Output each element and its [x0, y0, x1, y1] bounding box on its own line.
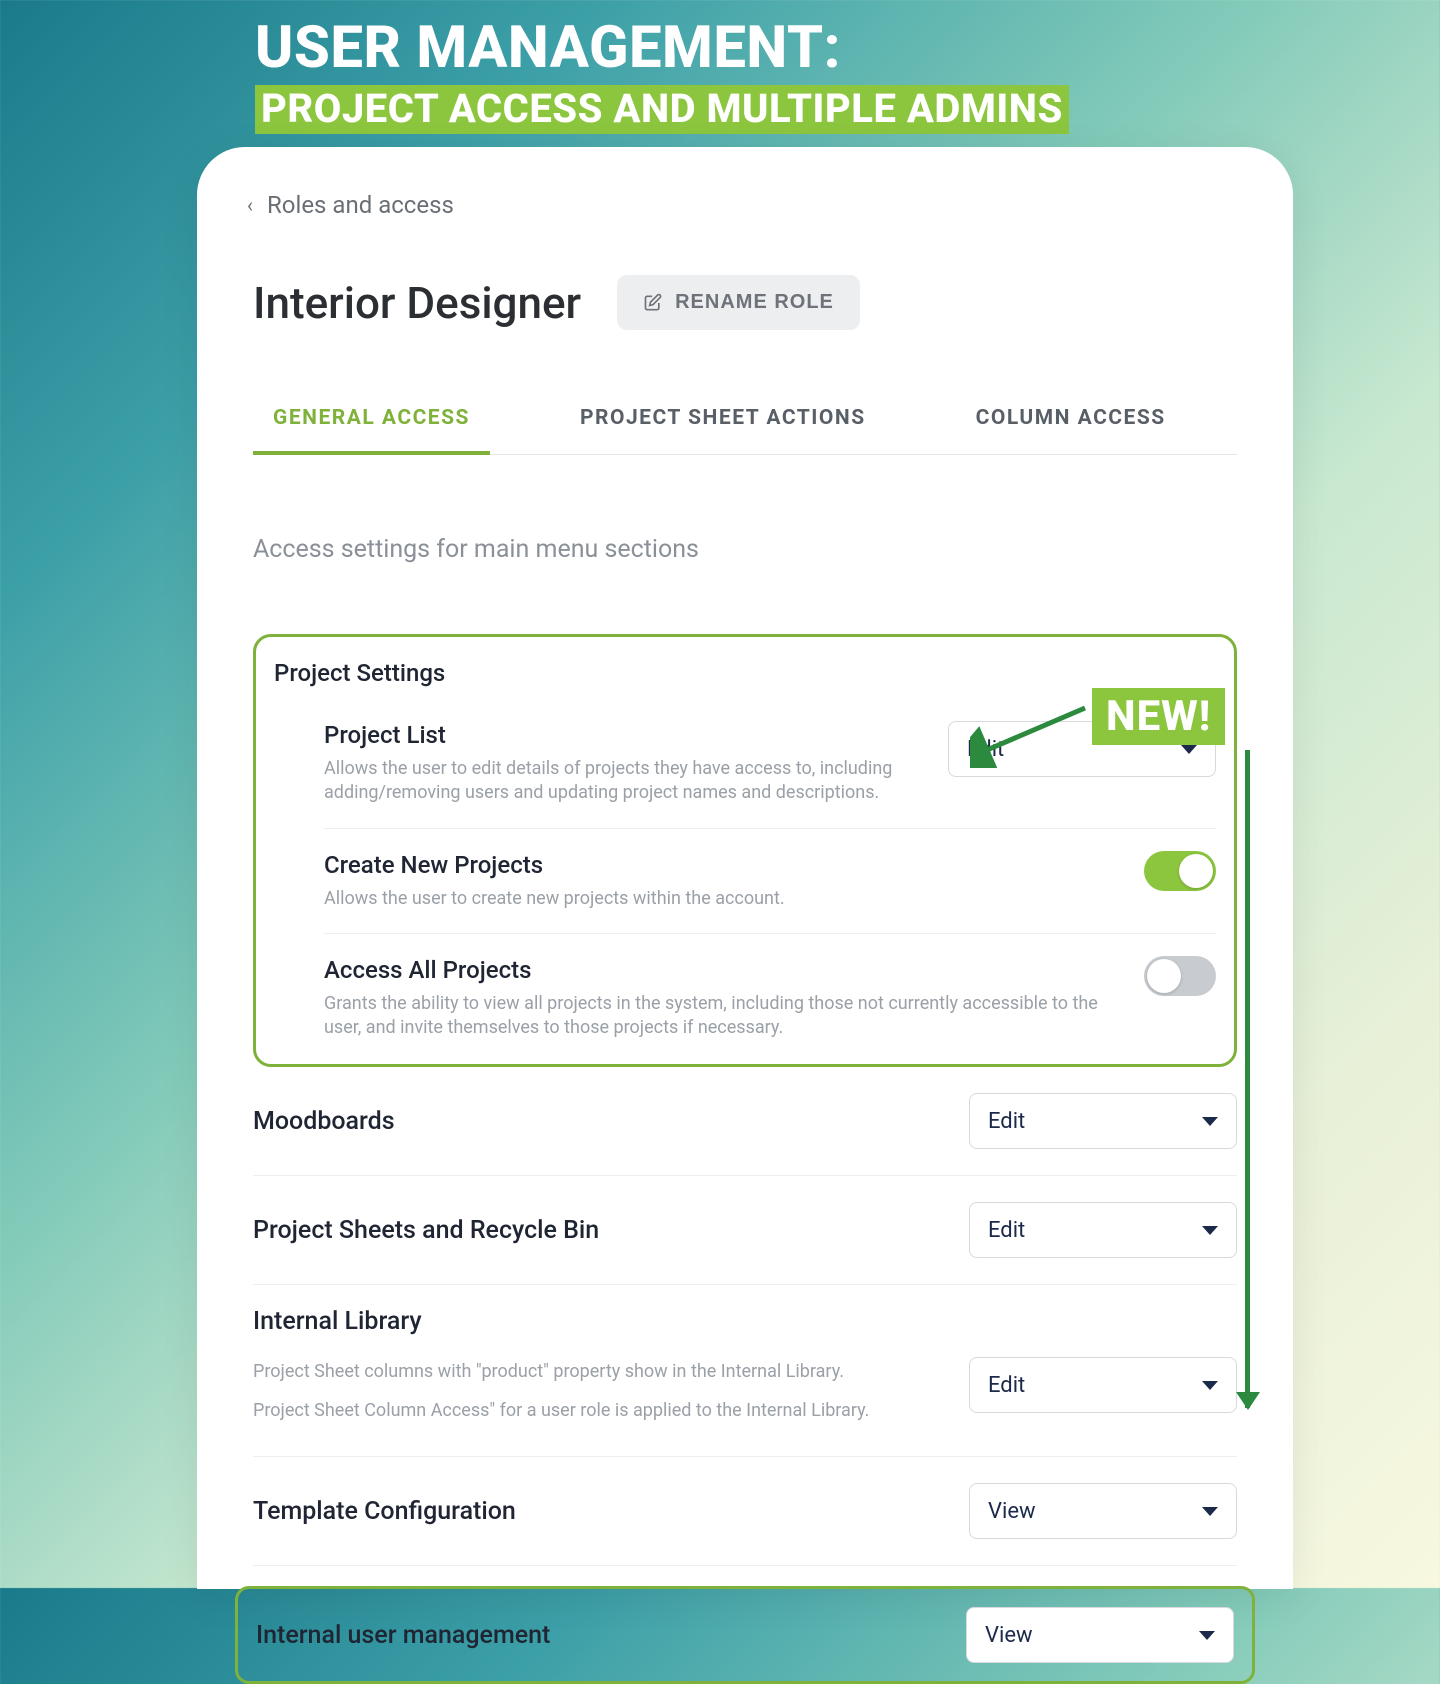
internal-user-mgmt-highlight: Internal user management View [235, 1586, 1255, 1684]
row-create-new-projects: Create New Projects Allows the user to c… [324, 828, 1216, 933]
role-title: Interior Designer [253, 277, 581, 329]
create-new-title: Create New Projects [324, 851, 1114, 879]
caret-down-icon [1181, 745, 1197, 754]
caret-down-icon [1202, 1117, 1218, 1126]
arrow-vertical-icon [1245, 750, 1250, 1408]
tab-project-sheet-actions[interactable]: PROJECT SHEET ACTIONS [580, 406, 866, 454]
create-new-desc: Allows the user to create new projects w… [324, 887, 1114, 911]
moodboards-title: Moodboards [253, 1107, 395, 1136]
section-description: Access settings for main menu sections [253, 535, 1237, 564]
access-all-desc: Grants the ability to view all projects … [324, 992, 1114, 1041]
project-list-desc: Allows the user to edit details of proje… [324, 757, 918, 806]
rename-role-button[interactable]: RENAME ROLE [617, 275, 860, 330]
row-moodboards: Moodboards Edit [253, 1067, 1237, 1176]
breadcrumb-back[interactable]: ‹ Roles and access [247, 191, 1237, 219]
caret-down-icon [1202, 1226, 1218, 1235]
internal-library-select[interactable]: Edit [969, 1357, 1237, 1413]
settings-card: ‹ Roles and access Interior Designer REN… [197, 147, 1293, 1589]
hero-title: USER MANAGEMENT: [255, 18, 1440, 79]
template-config-select[interactable]: View [969, 1483, 1237, 1539]
row-internal-library: Internal Library Project Sheet columns w… [253, 1285, 1237, 1457]
row-access-all-projects: Access All Projects Grants the ability t… [324, 933, 1216, 1047]
project-list-title: Project List [324, 721, 918, 749]
tab-column-access[interactable]: COLUMN ACCESS [976, 406, 1166, 454]
internal-user-mgmt-select-value: View [985, 1623, 1033, 1648]
internal-library-select-value: Edit [988, 1373, 1025, 1398]
row-template-config: Template Configuration View [253, 1457, 1237, 1566]
caret-down-icon [1202, 1381, 1218, 1390]
sheets-bin-select-value: Edit [988, 1218, 1025, 1243]
access-all-title: Access All Projects [324, 956, 1114, 984]
row-sheets-bin: Project Sheets and Recycle Bin Edit [253, 1176, 1237, 1285]
internal-user-mgmt-select[interactable]: View [966, 1607, 1234, 1663]
new-badge: NEW! [1092, 688, 1225, 745]
edit-icon [643, 293, 663, 313]
moodboards-select-value: Edit [988, 1109, 1025, 1134]
sheets-bin-title: Project Sheets and Recycle Bin [253, 1216, 599, 1245]
caret-down-icon [1199, 1631, 1215, 1640]
rename-role-label: RENAME ROLE [675, 291, 834, 314]
access-all-toggle[interactable] [1144, 956, 1216, 996]
internal-library-desc2: Project Sheet Column Access" for a user … [253, 1397, 939, 1426]
moodboards-select[interactable]: Edit [969, 1093, 1237, 1149]
breadcrumb-label: Roles and access [267, 191, 454, 219]
tabs: GENERAL ACCESS PROJECT SHEET ACTIONS COL… [253, 406, 1237, 455]
hero-subtitle: PROJECT ACCESS AND MULTIPLE ADMINS [255, 85, 1069, 134]
arrow-annotation-icon [970, 698, 1090, 768]
project-settings-title: Project Settings [274, 659, 1216, 687]
internal-user-mgmt-title: Internal user management [256, 1621, 550, 1650]
tab-general-access[interactable]: GENERAL ACCESS [273, 406, 470, 454]
template-config-select-value: View [988, 1499, 1036, 1524]
caret-down-icon [1202, 1507, 1218, 1516]
sheets-bin-select[interactable]: Edit [969, 1202, 1237, 1258]
create-new-toggle[interactable] [1144, 851, 1216, 891]
internal-library-desc1: Project Sheet columns with "product" pro… [253, 1358, 939, 1387]
chevron-left-icon: ‹ [247, 193, 253, 217]
template-config-title: Template Configuration [253, 1497, 516, 1526]
internal-library-title: Internal Library [253, 1307, 939, 1336]
